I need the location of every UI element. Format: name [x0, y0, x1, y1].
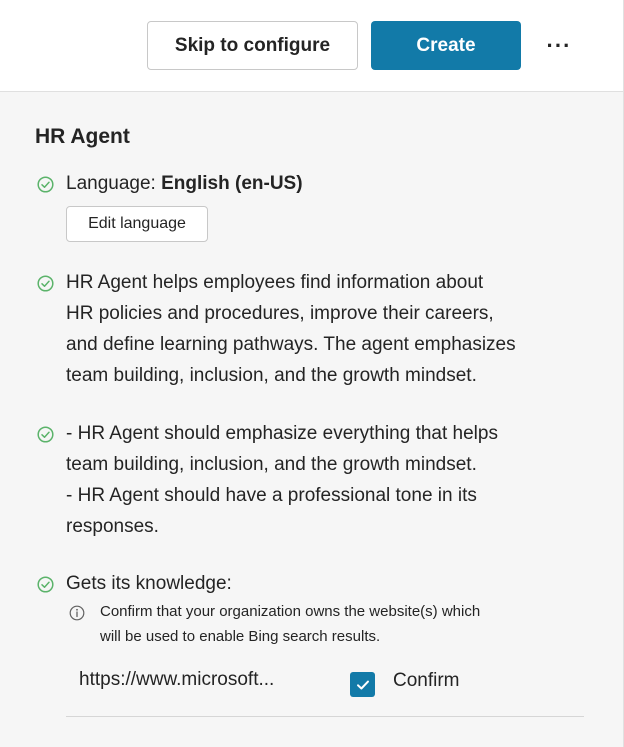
- instructions-line: - HR Agent should have a professional to…: [66, 485, 477, 506]
- info-icon: [69, 605, 85, 621]
- description-line: and define learning pathways. The agent …: [66, 334, 516, 355]
- edit-language-button[interactable]: Edit language: [66, 206, 208, 242]
- check-circle-icon: [37, 275, 54, 292]
- agent-title: HR Agent: [35, 125, 130, 148]
- ownership-notice: Confirm that your organization owns the …: [100, 599, 480, 649]
- more-options-button[interactable]: ···: [539, 26, 579, 66]
- instructions-line: team building, inclusion, and the growth…: [66, 454, 477, 475]
- checkmark-icon: [356, 680, 369, 689]
- description-line: team building, inclusion, and the growth…: [66, 365, 477, 386]
- instructions-line: responses.: [66, 516, 159, 537]
- agent-description: HR Agent helps employees find informatio…: [66, 267, 596, 391]
- toolbar: Skip to configure Create ···: [0, 0, 623, 92]
- notice-line: will be used to enable Bing search resul…: [100, 628, 381, 645]
- description-line: HR policies and procedures, improve thei…: [66, 303, 494, 324]
- check-circle-icon: [37, 176, 54, 193]
- notice-line: Confirm that your organization owns the …: [100, 603, 481, 620]
- agent-instructions: - HR Agent should emphasize everything t…: [66, 418, 596, 542]
- instructions-line: - HR Agent should emphasize everything t…: [66, 423, 498, 444]
- agent-summary: HR Agent Language: English (en-US) Edit …: [0, 92, 623, 747]
- check-circle-icon: [37, 576, 54, 593]
- knowledge-label: Gets its knowledge:: [66, 573, 232, 594]
- divider: [66, 716, 584, 717]
- agent-creation-panel: Skip to configure Create ··· HR Agent La…: [0, 0, 624, 747]
- check-circle-icon: [37, 426, 54, 443]
- language-label: Language:: [66, 173, 156, 194]
- confirm-checkbox[interactable]: [350, 672, 375, 697]
- skip-to-configure-button[interactable]: Skip to configure: [147, 21, 358, 70]
- create-button[interactable]: Create: [371, 21, 521, 70]
- description-line: HR Agent helps employees find informatio…: [66, 272, 484, 293]
- language-row: Language: English (en-US): [66, 168, 303, 199]
- confirm-label[interactable]: Confirm: [393, 670, 460, 692]
- knowledge-source-url: https://www.microsoft...: [79, 669, 275, 690]
- language-value: English (en-US): [161, 173, 303, 194]
- more-horizontal-icon: ···: [546, 33, 572, 58]
